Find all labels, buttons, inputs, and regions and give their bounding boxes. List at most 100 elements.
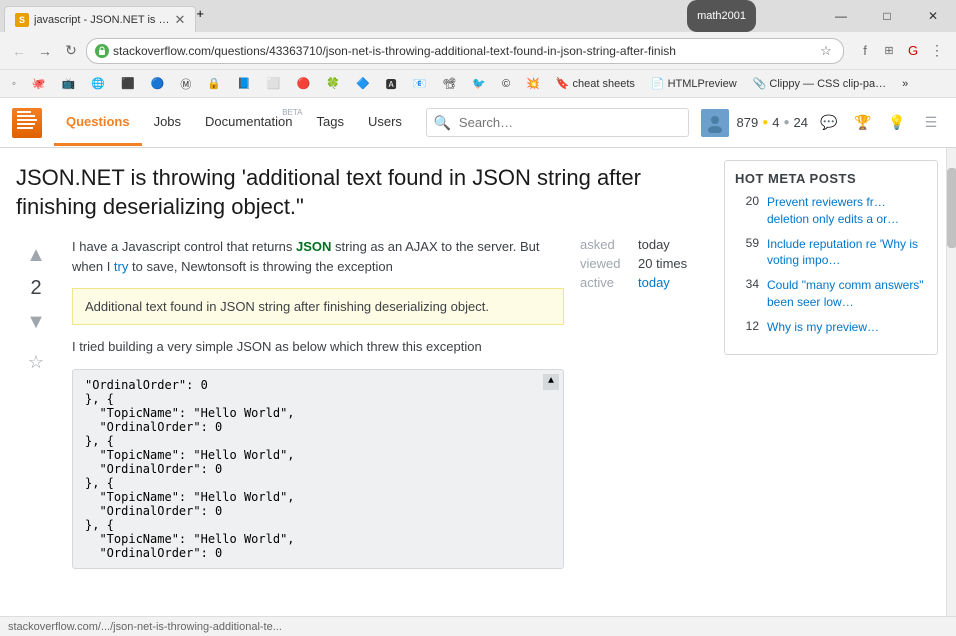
- bookmark-clippy[interactable]: 📎 Clippy — CSS clip-pa…: [749, 75, 890, 92]
- browser-action-btn-2[interactable]: ⊞: [878, 40, 900, 62]
- hot-meta-link-2[interactable]: Could "many comm answers" been seer low…: [767, 277, 927, 311]
- nav-jobs[interactable]: Jobs: [142, 100, 193, 146]
- active-tab[interactable]: S javascript - JSON.NET is … ✕: [4, 6, 196, 32]
- browser-chrome: math2001 — □ ✕ S javascript - JSON.NET i…: [0, 0, 956, 98]
- back-button[interactable]: ←: [8, 40, 30, 62]
- favorite-button[interactable]: ☆: [22, 348, 50, 376]
- bookmark-item-5[interactable]: 🔵: [147, 75, 169, 92]
- status-text: stackoverflow.com/.../json-net-is-throwi…: [8, 621, 282, 633]
- bookmark-star-icon[interactable]: ☆: [817, 42, 835, 60]
- code-scroll-button[interactable]: ▲: [543, 374, 559, 390]
- main-layout: JSON.NET is throwing 'additional text fo…: [0, 148, 956, 636]
- maximize-button[interactable]: □: [864, 0, 910, 32]
- downvote-button[interactable]: ▼: [18, 304, 54, 340]
- browser-action-btn-1[interactable]: f: [854, 40, 876, 62]
- code-content: "OrdinalOrder": 0 }, { "TopicName": "Hel…: [85, 378, 551, 560]
- hot-meta-item-0: 20 Prevent reviewers fr… deletion only e…: [735, 194, 927, 228]
- so-logo[interactable]: [12, 108, 42, 138]
- bookmarks-overflow[interactable]: »: [898, 76, 912, 92]
- body-text-3: to save, Newtonsoft is throwing the exce…: [128, 259, 392, 274]
- search-bar[interactable]: 🔍: [426, 108, 689, 137]
- url-text: stackoverflow.com/questions/43363710/jso…: [113, 44, 813, 58]
- nav-questions[interactable]: Questions: [54, 100, 142, 146]
- bookmark-item-13[interactable]: 🅰: [382, 74, 401, 94]
- url-bar[interactable]: stackoverflow.com/questions/43363710/jso…: [86, 38, 844, 64]
- forward-button[interactable]: →: [34, 40, 56, 62]
- bookmark-item-2[interactable]: 📺: [58, 75, 80, 92]
- viewed-value: 20 times: [638, 256, 687, 271]
- bookmark-item-11[interactable]: 🍀: [322, 75, 344, 92]
- question-body: ▲ 2 ▼ ☆ I have a Javascript control that…: [16, 237, 700, 581]
- hot-meta-title: HOT META POSTS: [735, 171, 927, 186]
- hot-meta-link-1[interactable]: Include reputation re 'Why is voting imp…: [767, 236, 927, 270]
- bookmark-item-18[interactable]: 💥: [522, 75, 544, 92]
- active-value[interactable]: today: [638, 275, 670, 290]
- inbox-button[interactable]: 💬: [816, 110, 842, 136]
- hot-meta-item-1: 59 Include reputation re 'Why is voting …: [735, 236, 927, 270]
- asked-label: asked: [580, 237, 630, 252]
- hot-meta-item-3: 12 Why is my preview…: [735, 319, 927, 336]
- browser-action-btn-3[interactable]: G: [902, 40, 924, 62]
- hot-meta-link-3[interactable]: Why is my preview…: [767, 319, 879, 336]
- tab-bar: S javascript - JSON.NET is … ✕ +: [0, 0, 956, 32]
- question-title: JSON.NET is throwing 'additional text fo…: [16, 164, 700, 221]
- bookmark-item-4[interactable]: ⬛: [117, 75, 139, 92]
- reload-button[interactable]: ↻: [60, 40, 82, 62]
- search-input[interactable]: [426, 108, 689, 137]
- bookmark-item-15[interactable]: 📽: [438, 75, 460, 92]
- hot-meta-posts: HOT META POSTS 20 Prevent reviewers fr… …: [724, 160, 938, 355]
- bookmark-apps[interactable]: ◦: [8, 76, 20, 92]
- question-content: I have a Javascript control that returns…: [72, 237, 564, 581]
- silver-badge: ●: [783, 117, 789, 128]
- code-block[interactable]: ▲ "OrdinalOrder": 0 }, { "TopicName": "H…: [72, 369, 564, 569]
- so-header: Questions Jobs Documentation Tags Users …: [0, 98, 956, 148]
- bookmark-html-preview[interactable]: 📄 HTMLPreview: [647, 75, 741, 92]
- nav-documentation[interactable]: Documentation: [193, 100, 304, 146]
- window-controls[interactable]: math2001 — □ ✕: [818, 0, 956, 32]
- bookmark-item-12[interactable]: 🔷: [352, 75, 374, 92]
- close-button[interactable]: ✕: [910, 0, 956, 32]
- active-label: active: [580, 275, 630, 290]
- browser-menu-button[interactable]: ⋮: [926, 40, 948, 62]
- avatar[interactable]: [701, 109, 729, 137]
- nav-bar: ← → ↻ stackoverflow.com/questions/433637…: [0, 32, 956, 70]
- bookmark-item-6[interactable]: Ⓜ: [176, 74, 195, 94]
- hot-meta-item-2: 34 Could "many comm answers" been seer l…: [735, 277, 927, 311]
- bookmark-item-17[interactable]: ©: [498, 76, 514, 92]
- so-nav: Questions Jobs Documentation Tags Users: [54, 100, 414, 146]
- bookmark-item-10[interactable]: 🔴: [293, 75, 315, 92]
- url-security-icon: [95, 44, 109, 58]
- active-row: active today: [580, 275, 700, 290]
- scrollbar-thumb[interactable]: [947, 168, 956, 248]
- hot-meta-count-0: 20: [735, 194, 759, 208]
- scrollbar[interactable]: [946, 148, 956, 636]
- question-paragraph-1: I have a Javascript control that returns…: [72, 237, 564, 276]
- gold-count: 4: [772, 115, 779, 130]
- bookmark-cheat-sheets[interactable]: 🔖 cheat sheets: [552, 75, 639, 92]
- bookmark-item-9[interactable]: ⬜: [263, 75, 285, 92]
- menu-button[interactable]: ☰: [918, 110, 944, 136]
- upvote-button[interactable]: ▲: [18, 237, 54, 273]
- bookmark-item-16[interactable]: 🐦: [468, 75, 490, 92]
- try-link[interactable]: try: [114, 259, 128, 274]
- nav-users[interactable]: Users: [356, 100, 414, 146]
- meta-info: asked today viewed 20 times active today: [580, 237, 700, 581]
- new-tab-area[interactable]: +: [196, 6, 226, 32]
- body-text-1: I have a Javascript control that returns: [72, 239, 296, 254]
- achievements-button[interactable]: 🏆: [850, 110, 876, 136]
- bookmark-item-14[interactable]: 📧: [409, 75, 431, 92]
- hot-meta-link-0[interactable]: Prevent reviewers fr… deletion only edit…: [767, 194, 927, 228]
- hot-meta-count-2: 34: [735, 277, 759, 291]
- viewed-label: viewed: [580, 256, 630, 271]
- bookmark-item-7[interactable]: 🔒: [203, 75, 225, 92]
- vote-count: 2: [30, 277, 41, 300]
- bookmark-item-3[interactable]: 🌐: [87, 75, 109, 92]
- bookmark-github[interactable]: 🐙: [28, 75, 50, 92]
- bookmark-item-8[interactable]: 📘: [233, 75, 255, 92]
- help-button[interactable]: 💡: [884, 110, 910, 136]
- minimize-button[interactable]: —: [818, 0, 864, 32]
- reputation-display: 879 ● 4 ● 24: [737, 115, 809, 130]
- nav-tags[interactable]: Tags: [305, 100, 356, 146]
- hot-meta-count-1: 59: [735, 236, 759, 250]
- tab-close-button[interactable]: ✕: [175, 13, 186, 26]
